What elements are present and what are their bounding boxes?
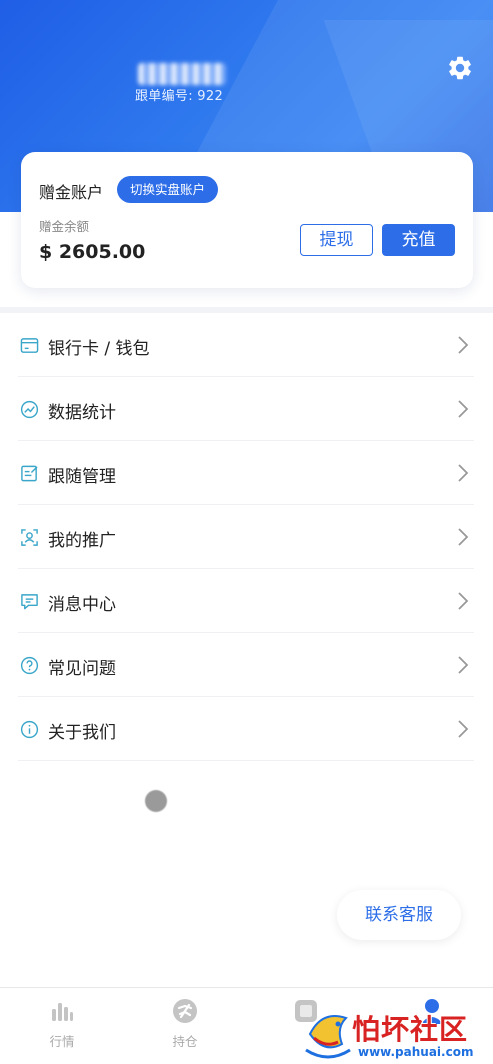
menu-item-statistics[interactable]: 数据统计	[18, 377, 474, 441]
wallet-icon	[20, 338, 39, 353]
user-frame-icon	[21, 529, 38, 546]
chevron-right-icon	[458, 592, 469, 610]
menu-item-follow-management[interactable]: 跟随管理	[18, 441, 474, 505]
tab-positions[interactable]: 持仓	[145, 988, 225, 1064]
menu-label: 常见问题	[48, 659, 116, 679]
loading-indicator	[145, 790, 167, 812]
info-icon	[20, 720, 39, 739]
chevron-right-icon	[458, 400, 469, 418]
position-icon	[173, 999, 197, 1023]
contact-service-button[interactable]: 联系客服	[337, 890, 461, 940]
switch-account-button[interactable]: 切换实盘账户	[117, 176, 219, 203]
watermark-url: www.pahuai.com	[358, 1045, 474, 1059]
tab-label: 行情	[49, 1034, 75, 1049]
watermark: 怕坏社区 www.pahuai.com	[300, 1000, 493, 1064]
account-title: 赠金账户	[39, 183, 104, 202]
chevron-right-icon	[458, 336, 469, 354]
menu-item-about[interactable]: 关于我们	[18, 697, 474, 761]
menu-label: 我的推广	[48, 531, 116, 551]
menu-item-wallet[interactable]: 银行卡 / 钱包	[18, 313, 474, 377]
chevron-right-icon	[458, 720, 469, 738]
account-card: 赠金账户 切换实盘账户 赠金余额 $ 2605.00 提现 充值	[21, 152, 473, 288]
settings-menu: 银行卡 / 钱包 数据统计 跟随管理 我的推广 消息中心 常见问题 关于我们	[0, 313, 493, 761]
chevron-right-icon	[458, 528, 469, 546]
chevron-right-icon	[458, 656, 469, 674]
message-icon	[21, 594, 38, 610]
balance-label: 赠金余额	[39, 219, 90, 234]
tab-market[interactable]: 行情	[22, 988, 102, 1064]
trend-chart-icon	[20, 400, 39, 419]
menu-label: 关于我们	[48, 723, 116, 743]
edit-list-icon	[21, 465, 38, 482]
tab-label: 持仓	[172, 1034, 198, 1049]
bar-chart-icon	[52, 1003, 73, 1021]
menu-label: 数据统计	[48, 403, 116, 423]
chevron-right-icon	[458, 464, 469, 482]
gear-icon[interactable]	[446, 54, 474, 82]
follow-number: 跟单编号: 922	[135, 89, 224, 104]
balance-value: $ 2605.00	[39, 241, 146, 263]
menu-item-messages[interactable]: 消息中心	[18, 569, 474, 633]
menu-label: 消息中心	[48, 595, 116, 615]
username-blurred	[138, 63, 226, 85]
menu-item-promotion[interactable]: 我的推广	[18, 505, 474, 569]
withdraw-button[interactable]: 提现	[300, 224, 373, 256]
menu-item-faq[interactable]: 常见问题	[18, 633, 474, 697]
menu-label: 银行卡 / 钱包	[48, 339, 150, 359]
question-icon	[20, 656, 39, 675]
fish-logo-icon	[305, 1015, 351, 1059]
recharge-button[interactable]: 充值	[382, 224, 455, 256]
watermark-title: 怕坏社区	[352, 1013, 469, 1046]
menu-label: 跟随管理	[48, 467, 116, 487]
